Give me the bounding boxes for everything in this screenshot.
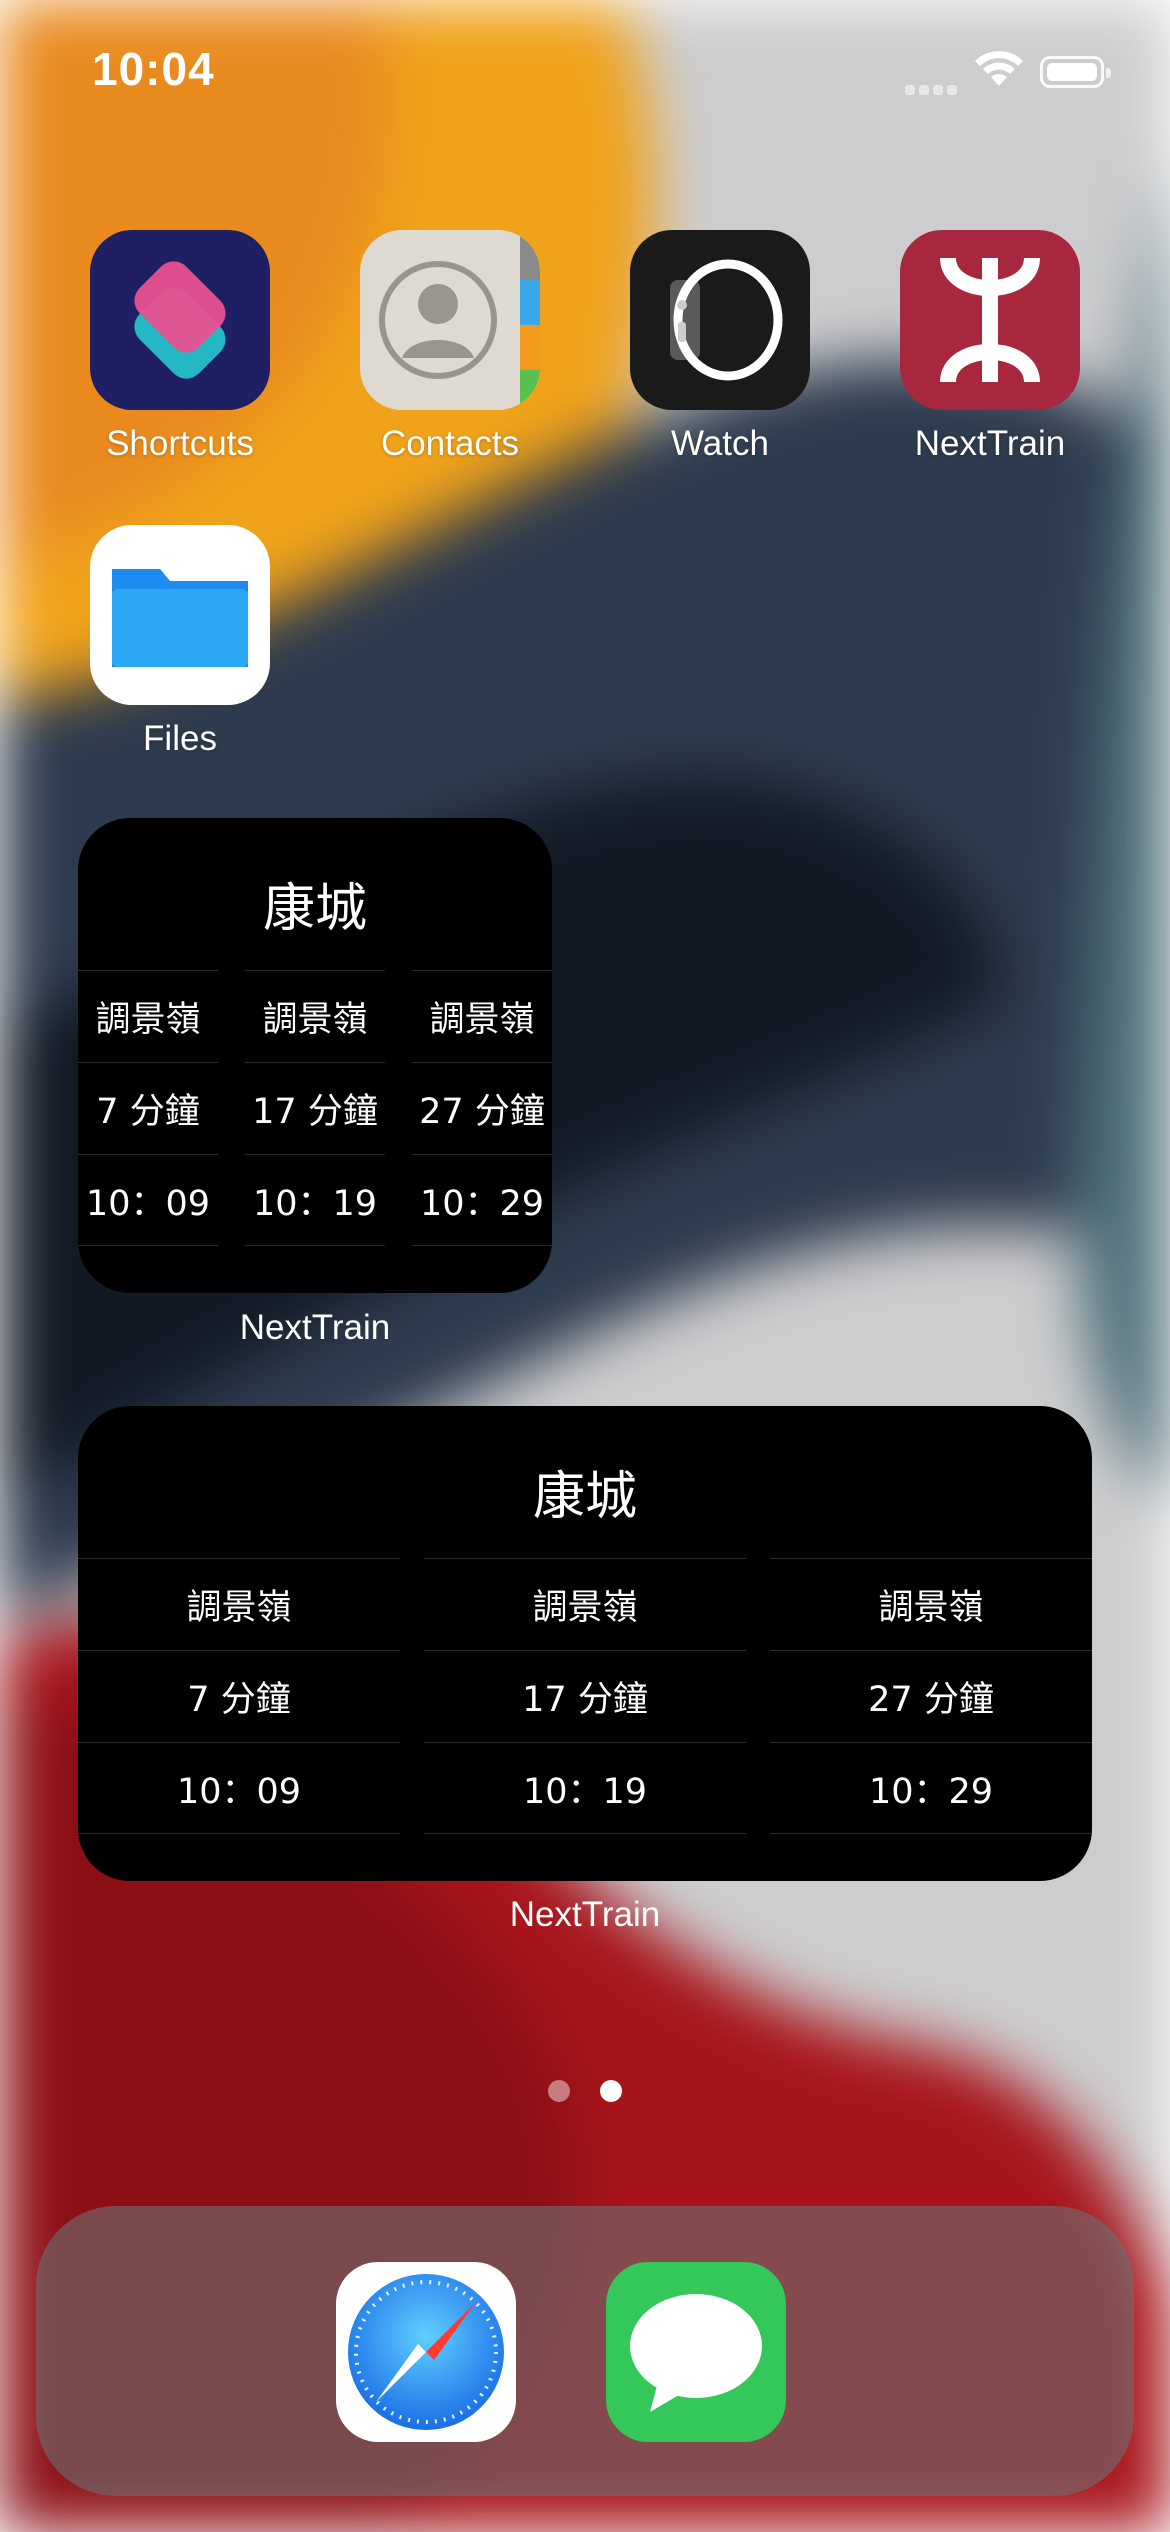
page-dot bbox=[548, 2080, 570, 2102]
minutes-remaining: 27 分鐘 bbox=[412, 1062, 552, 1154]
dock-app-messages[interactable] bbox=[606, 2262, 786, 2442]
destination: 調景嶺 bbox=[424, 1558, 746, 1650]
destination: 調景嶺 bbox=[412, 970, 552, 1062]
minutes-remaining: 17 分鐘 bbox=[245, 1062, 385, 1154]
widget-label: NextTrain bbox=[509, 1895, 661, 1934]
folder-icon bbox=[90, 525, 270, 705]
departure-column: 調景嶺 7 分鐘 10：09 bbox=[78, 970, 218, 1246]
departure-time: 10：09 bbox=[78, 1154, 218, 1246]
watch-icon bbox=[630, 230, 810, 410]
page-dot-current bbox=[600, 2080, 622, 2102]
widget-label: NextTrain bbox=[239, 1308, 391, 1347]
destination: 調景嶺 bbox=[770, 1558, 1092, 1650]
battery-icon bbox=[1040, 56, 1111, 88]
wifi-icon bbox=[975, 51, 1023, 86]
departure-column: 調景嶺 17 分鐘 10：19 bbox=[424, 1558, 746, 1834]
cellular-signal-icon bbox=[905, 82, 961, 100]
app-contacts[interactable]: Contacts bbox=[335, 230, 565, 464]
widget-station-title: 康城 bbox=[532, 1467, 637, 1527]
nexttrain-widget-medium[interactable]: 康城 調景嶺 7 分鐘 10：09 調景嶺 17 分鐘 10：19 調景嶺 27… bbox=[78, 1406, 1092, 1881]
destination: 調景嶺 bbox=[78, 1558, 400, 1650]
departure-column: 調景嶺 7 分鐘 10：09 bbox=[78, 1558, 400, 1834]
safari-compass-icon bbox=[336, 2262, 516, 2442]
app-shortcuts[interactable]: Shortcuts bbox=[65, 230, 295, 464]
app-label: NextTrain bbox=[914, 424, 1066, 463]
departure-time: 10：19 bbox=[424, 1742, 746, 1834]
app-label: Shortcuts bbox=[106, 424, 254, 463]
departure-column: 調景嶺 17 分鐘 10：19 bbox=[245, 970, 385, 1246]
departure-time: 10：19 bbox=[245, 1154, 385, 1246]
departure-time: 10：29 bbox=[770, 1742, 1092, 1834]
destination: 調景嶺 bbox=[78, 970, 218, 1062]
minutes-remaining: 7 分鐘 bbox=[78, 1650, 400, 1742]
dock-app-safari[interactable] bbox=[336, 2262, 516, 2442]
status-time: 10:04 bbox=[92, 43, 215, 95]
messages-icon bbox=[606, 2262, 786, 2442]
app-label: Contacts bbox=[380, 424, 520, 463]
minutes-remaining: 7 分鐘 bbox=[78, 1062, 218, 1154]
page-indicator[interactable] bbox=[548, 2080, 652, 2107]
minutes-remaining: 17 分鐘 bbox=[424, 1650, 746, 1742]
departure-time: 10：09 bbox=[78, 1742, 400, 1834]
status-bar: 10:04 bbox=[0, 0, 1170, 140]
nexttrain-widget-small[interactable]: 康城 調景嶺 7 分鐘 10：09 調景嶺 17 分鐘 10：19 調景嶺 27… bbox=[78, 818, 552, 1293]
widget-station-title: 康城 bbox=[262, 879, 367, 939]
app-label: Files bbox=[143, 719, 217, 758]
app-nexttrain[interactable]: NextTrain bbox=[875, 230, 1105, 464]
departure-column: 調景嶺 27 分鐘 10：29 bbox=[412, 970, 552, 1246]
departure-grid: 調景嶺 7 分鐘 10：09 調景嶺 17 分鐘 10：19 調景嶺 27 分鐘… bbox=[78, 1558, 1092, 1834]
departure-time: 10：29 bbox=[412, 1154, 552, 1246]
departure-grid: 調景嶺 7 分鐘 10：09 調景嶺 17 分鐘 10：19 調景嶺 27 分鐘… bbox=[78, 970, 552, 1246]
minutes-remaining: 27 分鐘 bbox=[770, 1650, 1092, 1742]
destination: 調景嶺 bbox=[245, 970, 385, 1062]
app-watch[interactable]: Watch bbox=[605, 230, 835, 464]
app-label: Watch bbox=[671, 424, 769, 463]
shortcuts-icon bbox=[90, 230, 270, 410]
app-files[interactable]: Files bbox=[65, 525, 295, 759]
departure-column: 調景嶺 27 分鐘 10：29 bbox=[770, 1558, 1092, 1834]
mtr-logo-icon bbox=[900, 230, 1080, 410]
contacts-icon bbox=[360, 230, 540, 410]
dock bbox=[36, 2206, 1134, 2496]
